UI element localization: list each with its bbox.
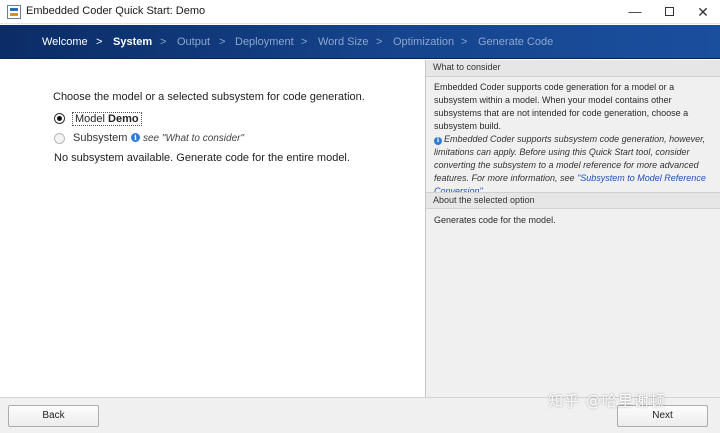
- nav-separator: >: [461, 36, 468, 48]
- nav-step-system[interactable]: System: [113, 36, 152, 48]
- maximize-button[interactable]: [652, 0, 686, 24]
- about-option-text: Generates code for the model.: [434, 215, 556, 225]
- no-subsystem-message: No subsystem available. Generate code fo…: [54, 152, 350, 164]
- wizard-steps-bar: Welcome > System > Output > Deployment >…: [0, 25, 720, 59]
- selection-pane: Choose the model or a selected subsystem…: [1, 60, 425, 397]
- nav-step-generate-code[interactable]: Generate Code: [478, 36, 553, 48]
- nav-step-word-size[interactable]: Word Size: [318, 36, 369, 48]
- model-option-prefix: Model: [75, 113, 109, 125]
- about-option-heading: About the selected option: [426, 192, 720, 209]
- nav-step-optimization[interactable]: Optimization: [393, 36, 454, 48]
- info-icon: i: [434, 137, 442, 145]
- nav-separator: >: [219, 36, 226, 48]
- what-to-consider-heading: What to consider: [426, 60, 720, 77]
- back-button[interactable]: Back: [8, 405, 99, 427]
- nav-separator: >: [376, 36, 383, 48]
- consider-note: i Embedded Coder supports subsystem code …: [434, 134, 706, 196]
- subsystem-radio[interactable]: [54, 133, 65, 144]
- what-to-consider-text: Embedded Coder supports code generation …: [434, 81, 716, 198]
- model-name: Demo: [108, 113, 139, 125]
- info-icon: i: [131, 133, 140, 142]
- model-radio[interactable]: [54, 113, 65, 124]
- consider-paragraph: Embedded Coder supports code generation …: [434, 82, 689, 131]
- see-consider-note: see "What to consider": [143, 133, 245, 144]
- nav-step-output[interactable]: Output: [177, 36, 210, 48]
- maximize-icon: [664, 7, 674, 17]
- nav-separator: >: [301, 36, 308, 48]
- window-title: Embedded Coder Quick Start: Demo: [26, 5, 206, 17]
- model-option-label[interactable]: Model Demo: [72, 112, 142, 126]
- title-bar: Embedded Coder Quick Start: Demo — ✕: [0, 0, 720, 24]
- nav-separator: >: [160, 36, 167, 48]
- selection-prompt: Choose the model or a selected subsystem…: [53, 91, 365, 103]
- subsystem-option-label[interactable]: Subsystem: [73, 132, 127, 144]
- nav-step-welcome[interactable]: Welcome: [42, 36, 88, 48]
- close-button[interactable]: ✕: [686, 0, 720, 24]
- help-pane: What to consider Embedded Coder supports…: [426, 60, 720, 397]
- minimize-button[interactable]: —: [618, 0, 652, 24]
- app-icon: [7, 5, 21, 19]
- watermark: 知乎 @哈里谢顿: [548, 392, 666, 410]
- nav-separator: >: [96, 36, 103, 48]
- nav-step-deployment[interactable]: Deployment: [235, 36, 294, 48]
